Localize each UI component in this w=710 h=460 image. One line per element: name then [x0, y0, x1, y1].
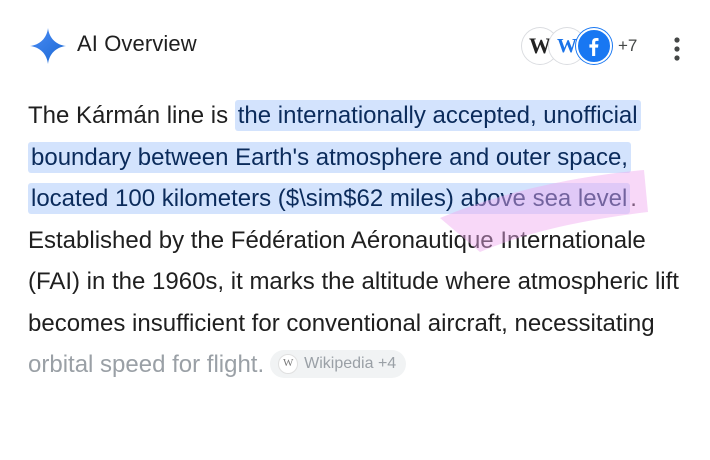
- overview-faded-text: orbital speed for flight.: [28, 351, 265, 378]
- overview-paragraph: The Kármán line is the internationally a…: [28, 95, 698, 386]
- more-sources-count[interactable]: +7: [618, 36, 637, 56]
- facebook-icon[interactable]: [576, 28, 612, 64]
- more-vert-icon[interactable]: [662, 34, 692, 64]
- ai-overview-header: AI Overview W W +7: [0, 0, 710, 92]
- facebook-f-glyph: [589, 38, 599, 56]
- overview-intro: The Kármán line is: [28, 102, 235, 129]
- citation-label: Wikipedia +4: [304, 354, 397, 372]
- gemini-sparkle-icon: [30, 28, 66, 64]
- wikipedia-icon: W: [278, 353, 299, 374]
- ai-overview-title: AI Overview: [77, 31, 197, 56]
- source-icons[interactable]: W W +7: [522, 28, 637, 64]
- citation-chip[interactable]: W Wikipedia +4: [270, 349, 407, 378]
